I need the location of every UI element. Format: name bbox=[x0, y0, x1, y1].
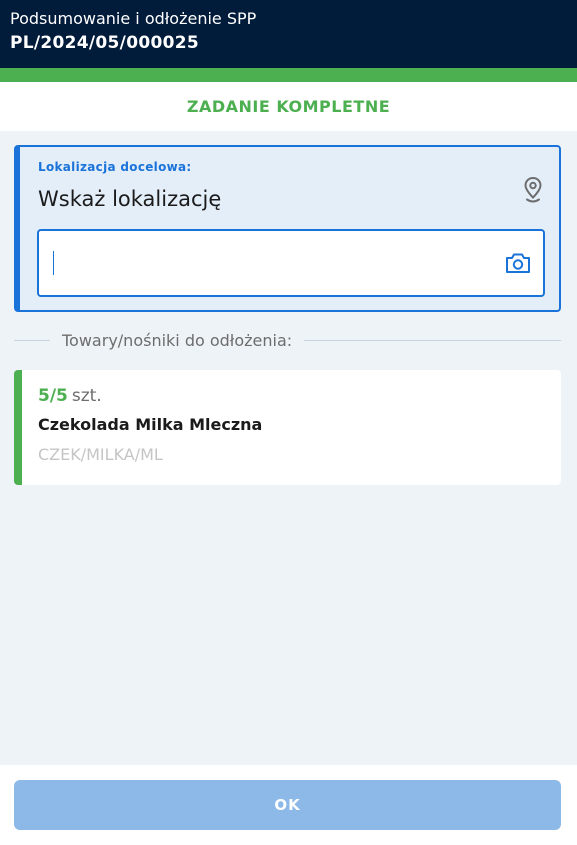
item-quantity-unit: szt. bbox=[71, 386, 102, 406]
map-pin-icon[interactable] bbox=[521, 175, 545, 205]
page-title: Podsumowanie i odłożenie SPP bbox=[10, 9, 257, 28]
divider-line bbox=[14, 339, 50, 341]
app-header: Podsumowanie i odłożenie SPP PL/2024/05/… bbox=[0, 0, 577, 68]
divider-line bbox=[304, 339, 561, 341]
goods-section-divider: Towary/nośniki do odłożenia: bbox=[14, 330, 561, 350]
goods-section-label: Towary/nośniki do odłożenia: bbox=[62, 330, 293, 350]
item-code: CZEK/MILKA/ML bbox=[38, 445, 163, 464]
app-screen: Podsumowanie i odłożenie SPP PL/2024/05/… bbox=[0, 0, 577, 845]
item-name: Czekolada Milka Mleczna bbox=[38, 415, 263, 434]
location-card: Lokalizacja docelowa: Wskaż lokalizację bbox=[14, 145, 561, 312]
text-caret bbox=[53, 251, 54, 275]
footer-bar: OK bbox=[0, 765, 577, 845]
goods-item-card[interactable]: 5/5 szt. Czekolada Milka Mleczna CZEK/MIL… bbox=[14, 370, 561, 485]
progress-bar bbox=[0, 68, 577, 82]
document-number: PL/2024/05/000025 bbox=[10, 33, 199, 53]
location-label: Lokalizacja docelowa: bbox=[38, 160, 192, 174]
item-quantity-count: 5/5 bbox=[38, 386, 68, 406]
ok-button[interactable]: OK bbox=[14, 780, 561, 830]
status-label: ZADANIE KOMPLETNE bbox=[186, 97, 391, 116]
location-input[interactable] bbox=[37, 229, 545, 297]
camera-icon[interactable] bbox=[505, 251, 531, 275]
status-banner: ZADANIE KOMPLETNE bbox=[0, 82, 577, 131]
location-prompt: Wskaż lokalizację bbox=[38, 187, 222, 211]
item-quantity: 5/5 szt. bbox=[38, 386, 102, 406]
